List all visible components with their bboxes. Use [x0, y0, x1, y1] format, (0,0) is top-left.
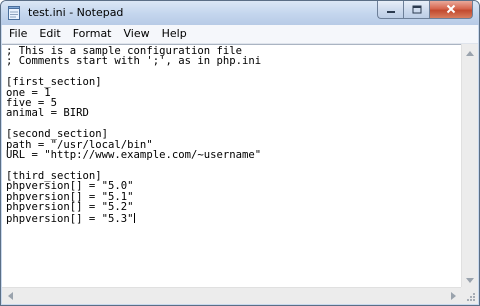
notepad-icon[interactable]: [8, 6, 20, 20]
editor-line: phpversion[] = "5.3": [6, 212, 134, 225]
scroll-left-button[interactable]: [2, 288, 18, 304]
arrow-right-icon: [450, 287, 456, 305]
title-bar[interactable]: test.ini - Notepad: [1, 1, 479, 25]
minimize-icon: [386, 1, 396, 19]
maximize-button[interactable]: [403, 1, 429, 19]
text-caret: [133, 212, 135, 223]
maximize-icon: [412, 1, 422, 19]
menu-edit[interactable]: Edit: [33, 25, 66, 43]
editor-line: phpversion[] = "5.2": [6, 201, 134, 214]
menu-format[interactable]: Format: [67, 25, 118, 43]
window-title: test.ini - Notepad: [28, 6, 124, 19]
menu-view[interactable]: View: [118, 25, 156, 43]
caption-buttons: [377, 1, 473, 20]
resize-grip[interactable]: [461, 287, 478, 304]
menu-help[interactable]: Help: [156, 25, 193, 43]
notepad-window: test.ini - Notepad File Edit Format View…: [0, 0, 480, 306]
minimize-button[interactable]: [377, 1, 403, 19]
editor-line: URL = "http://www.example.com/~username": [6, 149, 262, 162]
resize-grip-icon: [461, 291, 478, 305]
arrow-left-icon: [7, 287, 13, 305]
editor-line: ; Comments start with ';', as in php.ini: [6, 55, 262, 68]
horizontal-scrollbar[interactable]: [2, 287, 461, 304]
menu-file[interactable]: File: [2, 25, 33, 43]
arrow-down-icon: [466, 270, 474, 288]
scroll-up-button[interactable]: [462, 44, 478, 60]
vertical-scrollbar[interactable]: [461, 44, 478, 287]
close-icon: [446, 1, 456, 19]
editor-content[interactable]: ; This is a sample configuration file ; …: [6, 46, 261, 224]
menu-bar: File Edit Format View Help: [2, 25, 478, 44]
scroll-right-button[interactable]: [445, 288, 461, 304]
scroll-down-button[interactable]: [462, 271, 478, 287]
editor-line: animal = BIRD: [6, 107, 89, 120]
text-editor[interactable]: ; This is a sample configuration file ; …: [2, 44, 461, 287]
close-button[interactable]: [429, 1, 473, 19]
arrow-up-icon: [466, 43, 474, 61]
